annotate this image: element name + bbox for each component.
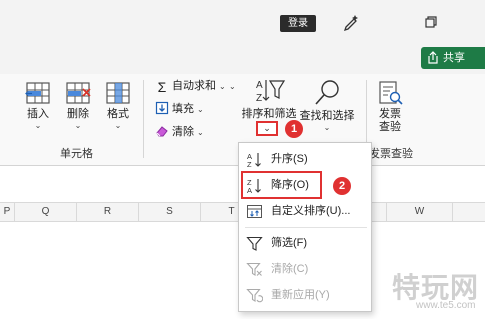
- insert-button[interactable]: 插入 ⌄: [20, 80, 56, 130]
- menu-item-reapply: 重新应用(Y): [239, 283, 371, 307]
- share-button[interactable]: 共享: [421, 47, 485, 69]
- invoice-check-button[interactable]: 发票查验: [372, 80, 408, 134]
- column-header[interactable]: P: [0, 203, 15, 221]
- magnifier-icon: [315, 80, 339, 105]
- sigma-icon: Σ: [157, 79, 167, 95]
- login-button[interactable]: 登录: [280, 15, 316, 32]
- sort-filter-dropdown[interactable]: ⌄: [256, 121, 278, 136]
- sort-filter-menu: A Z 升序(S) Z A 降序(O) 自定义排序(U)... 筛选(F) 清除…: [238, 142, 372, 312]
- watermark-url: www.te5.com: [416, 300, 476, 311]
- menu-item-filter[interactable]: 筛选(F): [239, 231, 371, 255]
- insert-cells-icon: [25, 82, 50, 104]
- fill-down-icon: [155, 101, 169, 115]
- insert-label: 插入: [27, 108, 49, 120]
- format-button[interactable]: 格式 ⌄: [100, 80, 136, 130]
- ribbon-tab-strip: [0, 44, 485, 74]
- column-header[interactable]: W: [387, 203, 453, 221]
- menu-item-label: 重新应用(Y): [271, 289, 330, 301]
- pen-sparkle-icon[interactable]: [341, 12, 361, 32]
- cells-group-label: 单元格: [60, 148, 93, 160]
- chevron-down-icon: ⌄: [263, 123, 271, 133]
- format-cells-icon: [106, 82, 130, 104]
- share-label: 共享: [443, 52, 465, 64]
- clear-filter-icon: [246, 262, 262, 276]
- menu-item-label: 筛选(F): [271, 237, 308, 249]
- find-select-label: 查找和选择: [299, 110, 355, 122]
- svg-text:Z: Z: [256, 93, 262, 104]
- menu-item-clear-filter: 清除(C): [239, 257, 371, 281]
- clear-label: 清除: [172, 126, 194, 138]
- custom-sort-icon: [247, 205, 262, 218]
- autosum-label: 自动求和: [172, 80, 216, 92]
- sort-ascending-icon: A Z: [247, 152, 261, 168]
- column-header[interactable]: R: [77, 203, 139, 221]
- reapply-icon: [246, 288, 263, 303]
- menu-item-sort-ascending[interactable]: A Z 升序(S): [239, 147, 371, 171]
- chevron-down-icon: ⌄: [114, 121, 122, 130]
- menu-separator: [245, 227, 367, 228]
- sort-filter-icon: A Z: [256, 80, 286, 104]
- delete-cells-icon: [66, 82, 91, 104]
- eraser-icon: [156, 126, 168, 137]
- menu-item-label: 清除(C): [271, 263, 309, 275]
- format-label: 格式: [107, 108, 129, 120]
- title-bar: 登录: [0, 0, 485, 44]
- invoice-check-label: 发票查验: [379, 108, 401, 133]
- share-icon: [428, 51, 438, 64]
- chevron-down-icon: ⌄: [74, 121, 82, 130]
- find-select-button[interactable]: 查找和选择 ⌄: [298, 78, 356, 132]
- chevron-down-icon: ⌄: [229, 82, 236, 91]
- invoice-search-icon: [379, 81, 403, 105]
- invoice-group-label: 发票查验: [369, 148, 413, 160]
- chevron-down-icon: ⌄: [323, 123, 331, 132]
- chevron-down-icon: ⌄: [34, 121, 42, 130]
- sort-filter-label: 排序和筛选: [241, 108, 297, 120]
- group-divider: [143, 80, 144, 158]
- chevron-down-icon: ⌄: [219, 82, 226, 91]
- menu-item-label: 自定义排序(U)...: [271, 205, 351, 217]
- restore-window-icon[interactable]: [424, 15, 438, 29]
- menu-item-label: 升序(S): [271, 153, 308, 165]
- delete-label: 删除: [67, 108, 89, 120]
- chevron-down-icon: ⌄: [197, 128, 204, 137]
- step-badge-2: 2: [333, 177, 351, 195]
- delete-button[interactable]: 删除 ⌄: [60, 80, 96, 130]
- column-header[interactable]: S: [139, 203, 201, 221]
- svg-text:Z: Z: [247, 160, 252, 168]
- column-header[interactable]: Q: [15, 203, 77, 221]
- menu-item-custom-sort[interactable]: 自定义排序(U)...: [239, 199, 371, 223]
- autosum-button[interactable]: Σ 自动求和 ⌄: [155, 78, 226, 94]
- svg-text:A: A: [256, 80, 263, 91]
- descending-highlight-box: [241, 171, 322, 199]
- filter-icon: [246, 236, 263, 251]
- autosum-dropdown[interactable]: ⌄: [226, 78, 236, 94]
- chevron-down-icon: ⌄: [197, 105, 204, 114]
- clear-button[interactable]: 清除 ⌄: [155, 124, 204, 140]
- fill-button[interactable]: 填充 ⌄: [155, 101, 204, 117]
- fill-label: 填充: [172, 103, 194, 115]
